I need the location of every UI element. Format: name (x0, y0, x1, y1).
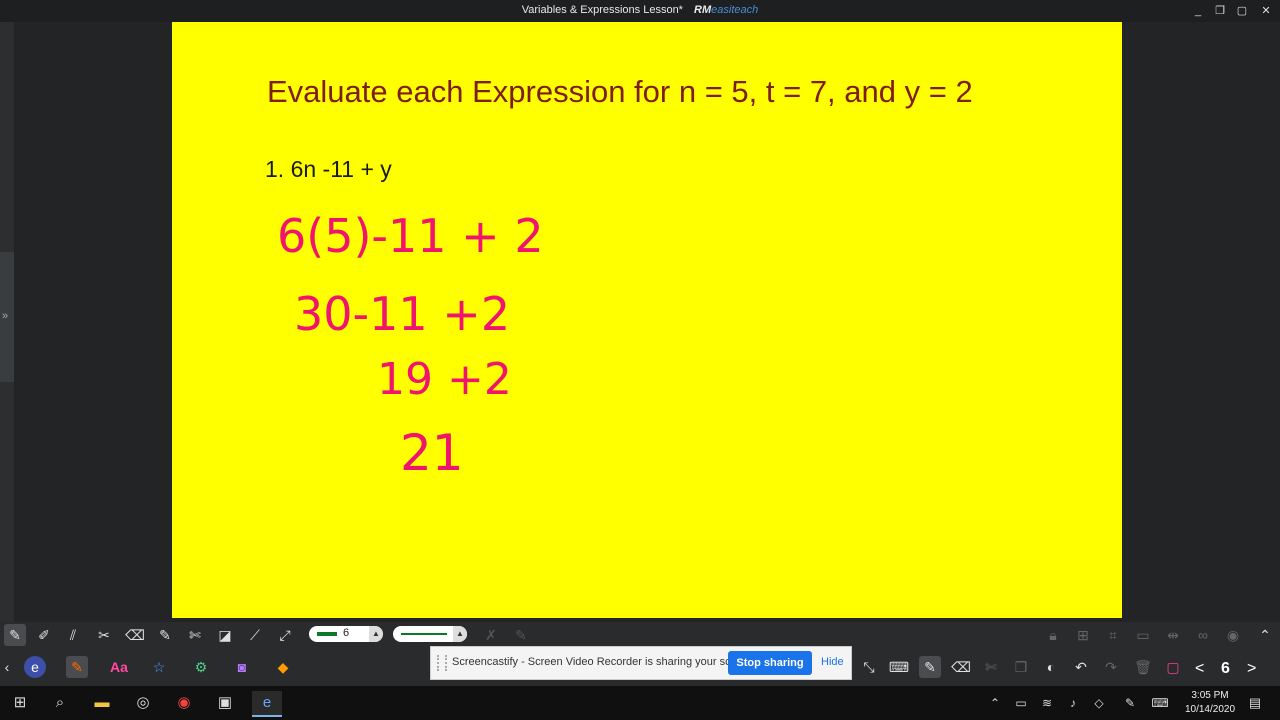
maximize-button[interactable]: ▢ (1234, 3, 1250, 19)
pen-size-value: 6 (343, 627, 350, 639)
text-tool-icon[interactable]: Aa (108, 656, 130, 678)
undo-icon[interactable]: ↶ (1070, 656, 1092, 678)
notifications-icon[interactable]: ▤ (1240, 691, 1270, 715)
window-titlebar: Variables & Expressions Lesson* RMeasite… (0, 0, 1280, 22)
app-window-icon[interactable]: ▣ (210, 691, 240, 715)
easiteach-menu-icon[interactable]: e (24, 656, 46, 678)
sharing-message: Screencastify - Screen Video Recorder is… (452, 656, 756, 668)
page-frame-icon[interactable]: ▢ (1162, 656, 1184, 678)
search-icon[interactable]: ⌕ (45, 691, 75, 715)
screencastify-banner: Screencastify - Screen Video Recorder is… (430, 646, 852, 680)
link-icon[interactable]: ∞ (1192, 624, 1214, 646)
disabled-tool-icon-2: ✎ (515, 627, 527, 643)
magic-pen-icon[interactable]: ✂ (93, 624, 115, 646)
handwriting-layer: 6(5)-11 + 2 30-11 +2 19 +2 21 (277, 209, 544, 482)
camera-icon[interactable]: ◙ (231, 656, 253, 678)
pen-tray-icon[interactable]: ✎ (1115, 691, 1145, 715)
select-tool-icon[interactable]: ⤡ (858, 656, 880, 678)
pen-tool-icon[interactable]: ✎ (4, 624, 26, 646)
group-icon[interactable]: ⊞ (1072, 624, 1094, 646)
keyboard-icon[interactable]: ⌨ (888, 656, 910, 678)
window-title-area: Variables & Expressions Lesson* RMeasite… (0, 4, 1280, 16)
restore-button[interactable]: ❐ (1212, 3, 1228, 19)
windows-start-icon[interactable]: ⊞ (5, 691, 35, 715)
star-shapes-icon[interactable]: ☆ (148, 656, 170, 678)
delete-icon[interactable]: 🗑︎ (1132, 656, 1154, 678)
area-eraser-icon[interactable]: ✎ (154, 624, 176, 646)
next-page-button[interactable]: > (1247, 660, 1256, 678)
prev-page-button[interactable]: < (1195, 660, 1204, 678)
handwriting-line-2: 30-11 +2 (294, 287, 510, 341)
window-title: Variables & Expressions Lesson* (521, 4, 683, 16)
app-logo: RMeasiteach (694, 4, 759, 16)
close-button[interactable]: ✕ (1258, 3, 1274, 19)
pen-mode-icon[interactable]: ✎ (66, 656, 88, 678)
frame-icon[interactable]: ▭ (1132, 624, 1154, 646)
collapse-toolbar-icon[interactable]: ⌃ (1254, 624, 1276, 646)
toolbar-left-arrow-icon[interactable]: ‹ (0, 656, 14, 678)
handwriting-line-1: 6(5)-11 + 2 (277, 209, 544, 263)
copy-icon[interactable]: ❐ (1010, 656, 1032, 678)
minimize-button[interactable]: _ (1190, 3, 1206, 19)
lock-icon[interactable]: 🔒︎ (1042, 624, 1064, 646)
fill-bucket-icon[interactable]: ◐ (1040, 656, 1062, 678)
fill-icon[interactable]: ◪ (214, 624, 236, 646)
page-number: 6 (1221, 660, 1230, 677)
windows-taskbar: ⊞ ⌕ ▬ ◎ ◉ ▣ e ⌃ ▭ ≋ ♪ ◇ ✎ ⌨ ▤ (0, 686, 1280, 720)
connector-icon[interactable]: ⤢ (274, 624, 296, 646)
drag-handle-icon[interactable] (437, 655, 447, 671)
flip-icon[interactable]: ⇹ (1162, 624, 1184, 646)
line-style-preview (401, 633, 447, 635)
eraser-quick-icon[interactable]: ⌫ (950, 656, 972, 678)
pen-color-swatch (317, 632, 337, 636)
side-panel-strip: » (0, 22, 14, 622)
clear-ink-icon[interactable]: ✄ (980, 656, 1002, 678)
tools-bag-icon[interactable]: ◆ (272, 656, 294, 678)
disabled-tool-icon: ✗ (485, 627, 497, 643)
hide-link[interactable]: Hide (821, 656, 844, 668)
easiteach-taskbar-icon[interactable]: e (252, 691, 282, 717)
clock-date: 10/14/2020 (1184, 704, 1236, 715)
stroke-eraser-icon[interactable]: ✄ (184, 624, 206, 646)
pen-size-selector[interactable]: 6 ▲ (309, 626, 383, 642)
handwriting-line-3: 19 +2 (377, 354, 512, 405)
highlighter-icon[interactable]: ✐ (33, 624, 55, 646)
expand-panel-icon[interactable]: » (2, 310, 8, 322)
dropbox-icon[interactable]: ◇ (1084, 691, 1114, 715)
eraser-icon[interactable]: ⌫ (124, 624, 146, 646)
effects-icon[interactable]: ⚙ (190, 656, 212, 678)
drawing-toolbar: ✎ ✐ ⫽ ✂ ⌫ ✎ ✄ ◪ ⟋ ⤢ ✗ ✎ 🔒︎ ⊞ ⌗ ▭ ⇹ ∞ ◉ ⌃ (0, 622, 1280, 648)
app-icon[interactable]: ◎ (128, 691, 158, 715)
system-clock[interactable]: 3:05 PM 10/14/2020 (1180, 689, 1240, 717)
clock-time: 3:05 PM (1191, 690, 1229, 701)
file-explorer-icon[interactable]: ▬ (87, 691, 117, 715)
pen-quick-icon[interactable]: ✎ (919, 656, 941, 678)
visibility-icon[interactable]: ◉ (1222, 624, 1244, 646)
handwriting-line-4: 21 (400, 424, 464, 482)
stop-sharing-button[interactable]: Stop sharing (728, 651, 812, 675)
keyboard-tray-icon[interactable]: ⌨ (1145, 691, 1175, 715)
chrome-icon[interactable]: ◉ (169, 691, 199, 715)
slide-canvas[interactable]: Evaluate each Expression for n = 5, t = … (172, 22, 1122, 618)
ruler-pen-icon[interactable]: ⫽ (62, 624, 84, 646)
crop-icon[interactable]: ⌗ (1102, 624, 1124, 646)
redo-icon[interactable]: ↷ (1100, 656, 1122, 678)
line-style-selector[interactable]: ▲ (393, 626, 467, 642)
line-icon[interactable]: ⟋ (244, 624, 266, 646)
